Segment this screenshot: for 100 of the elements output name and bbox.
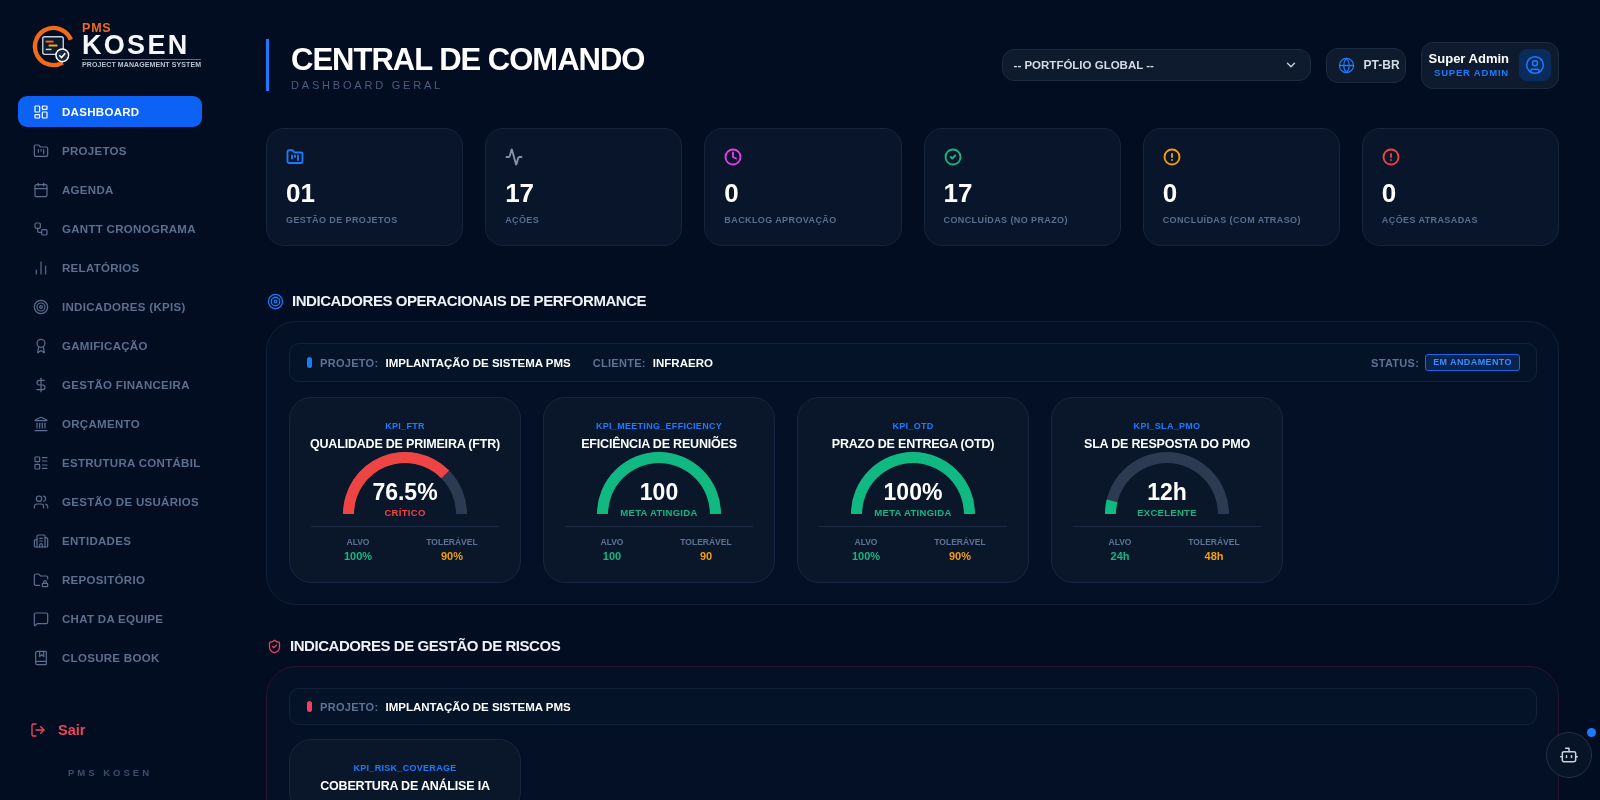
gauge-reading: 100% [883, 480, 943, 504]
target-value: 100% [343, 549, 373, 563]
tolerable-value: 90% [949, 549, 971, 563]
stat-label: AÇÕES ATRASADAS [1381, 215, 1478, 226]
tolerable-value: 90 [699, 549, 713, 563]
nav-item[interactable]: AGENDA [18, 174, 202, 205]
project-label: PROJETO: [320, 700, 379, 713]
building-icon [33, 532, 49, 549]
target-label: ALVO [1108, 536, 1132, 548]
dollar-icon [33, 376, 49, 393]
nav-item[interactable]: GESTÃO FINANCEIRA [18, 369, 202, 400]
gauge-status: CRÍTICO [384, 507, 426, 519]
kpi-title: COBERTURA DE ANÁLISE IA [320, 778, 490, 794]
section-title: INDICADORES DE GESTÃO DE RISCOS [290, 636, 561, 656]
user-card[interactable]: Super Admin SUPER ADMIN [1420, 41, 1559, 89]
gauge-status: META ATINGIDA [620, 507, 698, 519]
kpi-title: SLA DE RESPOSTA DO PMO [1084, 436, 1250, 452]
stat-value: 0 [1381, 179, 1397, 207]
user-avatar-icon [1519, 49, 1551, 81]
marker-icon [307, 701, 312, 712]
project-label: PROJETO: [320, 356, 379, 369]
stat-value: 17 [505, 179, 535, 207]
nav-item[interactable]: CLOSURE BOOK [18, 642, 202, 673]
stat-value: 0 [724, 179, 739, 207]
portfolio-select[interactable]: -- PORTFÓLIO GLOBAL -- [1001, 49, 1311, 81]
nav-item[interactable]: RELATÓRIOS [18, 252, 202, 283]
status-label: STATUS: [1371, 356, 1420, 369]
target-value: 100% [851, 549, 881, 563]
stat-label: CONCLUÍDAS (COM ATRASO) [1162, 215, 1301, 226]
gauge-reading: 76.5% [372, 480, 438, 504]
bank-icon [33, 415, 49, 432]
chat-icon [33, 610, 49, 627]
workflow-icon [33, 220, 49, 237]
bar-chart-icon [33, 259, 49, 276]
nav-item[interactable]: DASHBOARD [18, 96, 202, 127]
kpi-code: KPI_OTD [892, 420, 934, 432]
page-subtitle: DASHBOARD GERAL [291, 79, 445, 91]
calendar-icon [33, 181, 49, 198]
tolerable-label: TOLERÁVEL [426, 536, 478, 548]
page-title: CENTRAL DE COMANDO [291, 44, 645, 75]
tolerable-label: TOLERÁVEL [1188, 536, 1240, 548]
list-icon [33, 454, 49, 471]
tolerable-value: 90% [441, 549, 463, 563]
kpi-title: QUALIDADE DE PRIMEIRA (FTR) [310, 436, 500, 452]
target-value: 24h [1110, 549, 1130, 563]
nav-item[interactable]: ENTIDADES [18, 525, 202, 556]
logout-button[interactable]: Sair [18, 719, 86, 741]
section-title: INDICADORES OPERACIONAIS DE PERFORMANCE [292, 291, 647, 311]
stat-value: 0 [1162, 179, 1178, 207]
stat-label: BACKLOG APROVAÇÃO [724, 215, 837, 226]
nav-item[interactable]: ORÇAMENTO [18, 408, 202, 439]
kpi-code: KPI_SLA_PMO [1133, 420, 1201, 432]
logo-icon [32, 24, 75, 68]
stat-label: CONCLUÍDAS (NO PRAZO) [943, 215, 1068, 226]
nav-item[interactable]: ESTRUTURA CONTÁBIL [18, 447, 202, 478]
shield-check-icon [267, 638, 282, 654]
target-icon [267, 292, 284, 310]
nav-item[interactable]: GAMIFICAÇÃO [18, 330, 202, 361]
user-role: SUPER ADMIN [1434, 67, 1509, 79]
tolerable-label: TOLERÁVEL [680, 536, 732, 548]
target-icon [33, 298, 49, 315]
nav-item[interactable]: GESTÃO DE USUÁRIOS [18, 486, 202, 517]
tolerable-value: 48h [1204, 549, 1224, 563]
logout-icon [30, 722, 46, 738]
nav-item[interactable]: PROJETOS [18, 135, 202, 166]
target-label: ALVO [346, 536, 370, 548]
user-name: Super Admin [1428, 51, 1509, 67]
project-name: IMPLANTAÇÃO DE SISTEMA PMS [385, 700, 571, 713]
nav-item[interactable]: INDICADORES (KPIS) [18, 291, 202, 322]
gauge-reading: 100 [639, 480, 679, 504]
nav-item[interactable]: GANTT CRONOGRAMA [18, 213, 202, 244]
target-label: ALVO [600, 536, 624, 548]
kpi-title: EFICIÊNCIA DE REUNIÕES [581, 436, 737, 452]
gauge-reading: 12h [1147, 480, 1187, 504]
gauge-status: EXCELENTE [1137, 507, 1197, 519]
users-icon [33, 493, 49, 510]
logo-wordmark: KOSEN [82, 34, 190, 57]
kpi-code: KPI_FTR [385, 420, 425, 432]
tolerable-label: TOLERÁVEL [934, 536, 986, 548]
stat-value: 01 [286, 179, 315, 207]
stat-value: 17 [943, 179, 973, 207]
award-icon [33, 337, 49, 354]
book-icon [33, 649, 49, 666]
kpi-title: PRAZO DE ENTREGA (OTD) [831, 436, 995, 452]
gauge-status: META ATINGIDA [874, 507, 952, 519]
marker-icon [307, 357, 312, 368]
target-label: ALVO [854, 536, 878, 548]
target-value: 100 [602, 549, 622, 563]
folder-chart-icon [33, 142, 49, 159]
logo-prefix: PMS [82, 23, 112, 34]
nav-item[interactable]: REPOSITÓRIO [18, 564, 202, 595]
notification-dot-icon [1587, 728, 1596, 737]
language-button[interactable]: PT-BR [1325, 47, 1406, 83]
stat-label: AÇÕES [505, 215, 540, 226]
client-label: CLIENTE: [592, 356, 646, 369]
kpi-code: KPI_RISK_COVERAGE [353, 762, 457, 774]
stat-label: GESTÃO DE PROJETOS [286, 215, 398, 226]
project-name: IMPLANTAÇÃO DE SISTEMA PMS [385, 356, 571, 369]
nav-item[interactable]: CHAT DA EQUIPE [18, 603, 202, 634]
globe-icon [1337, 56, 1355, 74]
